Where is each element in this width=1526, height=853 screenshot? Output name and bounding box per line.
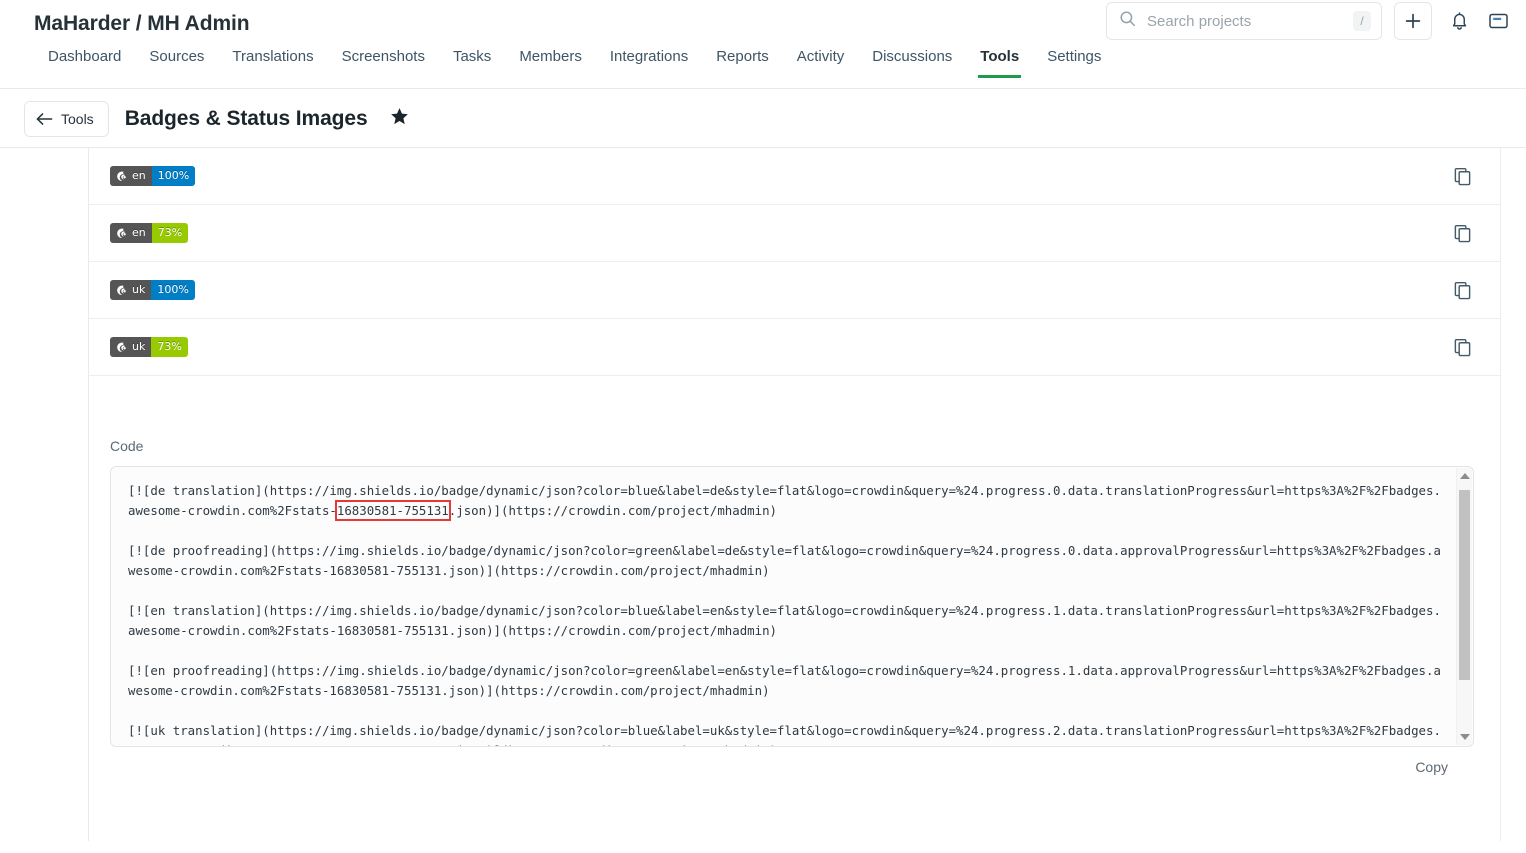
badge-preview-list: en 100% en 73% uk 100% uk 73%: [89, 148, 1500, 376]
message-icon: [1489, 13, 1508, 29]
table-row: en 73%: [89, 205, 1500, 262]
plus-icon: [1405, 13, 1421, 29]
status-badge: uk 73%: [110, 337, 188, 357]
crowdin-logo-icon: [117, 171, 126, 181]
tool-content-panel: en 100% en 73% uk 100% uk 73% Code [![de…: [89, 148, 1500, 841]
page-body: en 100% en 73% uk 100% uk 73% Code [![de…: [0, 148, 1526, 841]
copy-badge-button[interactable]: [1450, 278, 1474, 302]
project-title: MaHarder / MH Admin: [34, 12, 250, 35]
back-to-tools-button[interactable]: Tools: [24, 100, 109, 137]
scrollbar-thumb[interactable]: [1459, 490, 1470, 680]
badge-value: 73%: [151, 223, 189, 243]
status-badge: en 73%: [110, 223, 189, 243]
tab-tasks[interactable]: Tasks: [439, 48, 505, 78]
favorite-star-icon[interactable]: [390, 107, 409, 131]
badge-language-code: en: [132, 169, 146, 182]
scrollbar-up-arrow[interactable]: [1457, 468, 1472, 484]
code-section: Code [![de translation](https://img.shie…: [89, 376, 1500, 775]
copy-badge-button[interactable]: [1450, 221, 1474, 245]
tab-translations[interactable]: Translations: [218, 48, 327, 78]
code-content[interactable]: [![de translation](https://img.shields.i…: [128, 481, 1448, 746]
copy-badge-button[interactable]: [1450, 335, 1474, 359]
badge-value: 100%: [151, 166, 196, 186]
notifications-button[interactable]: [1444, 2, 1474, 40]
arrow-left-icon: [36, 112, 53, 125]
add-new-button[interactable]: [1394, 2, 1432, 40]
code-scroll-viewport[interactable]: [![de translation](https://img.shields.i…: [111, 467, 1456, 746]
top-header-bar: MaHarder / MH Admin /: [0, 0, 1526, 48]
code-line-4: [![en proofreading](https://img.shields.…: [128, 663, 1441, 698]
tab-screenshots[interactable]: Screenshots: [328, 48, 439, 78]
badge-label-section: en: [110, 166, 152, 186]
scrollbar-down-arrow[interactable]: [1457, 729, 1472, 745]
badge-label-section: uk: [110, 280, 152, 300]
tab-settings[interactable]: Settings: [1033, 48, 1115, 78]
code-line-1-pre: [![de translation](https://img.shields.i…: [128, 483, 1441, 518]
copy-icon: [1454, 167, 1470, 185]
crowdin-logo-icon: [117, 342, 126, 352]
highlighted-project-id: 16830581-755131: [334, 500, 451, 521]
copy-icon: [1454, 281, 1470, 299]
header-actions: /: [1106, 2, 1526, 40]
badge-label-section: uk: [110, 337, 152, 357]
chevron-up-icon: [1459, 473, 1470, 479]
code-scrollbar[interactable]: [1456, 468, 1472, 745]
chevron-down-icon: [1459, 734, 1470, 740]
tab-dashboard[interactable]: Dashboard: [34, 48, 135, 78]
code-line-3: [![en translation](https://img.shields.i…: [128, 603, 1441, 638]
project-nav-tabs: Dashboard Sources Translations Screensho…: [0, 48, 1526, 89]
copy-icon: [1454, 338, 1470, 356]
table-row: uk 100%: [89, 262, 1500, 319]
page-subheader: Tools Badges & Status Images: [0, 89, 1526, 148]
back-button-label: Tools: [61, 110, 94, 127]
status-badge: uk 100%: [110, 280, 195, 300]
badge-language-code: uk: [132, 283, 146, 296]
badge-value: 73%: [151, 337, 188, 357]
tab-reports[interactable]: Reports: [702, 48, 783, 78]
crowdin-logo-icon: [117, 285, 126, 295]
code-textarea-box[interactable]: [![de translation](https://img.shields.i…: [110, 466, 1474, 747]
badge-value: 100%: [151, 280, 195, 300]
bell-icon: [1452, 12, 1466, 30]
copy-code-link[interactable]: Copy: [1415, 759, 1448, 775]
badge-label-section: en: [110, 223, 152, 243]
tab-activity[interactable]: Activity: [783, 48, 859, 78]
tab-tools[interactable]: Tools: [966, 48, 1033, 78]
table-row: en 100%: [89, 148, 1500, 205]
copy-badge-button[interactable]: [1450, 164, 1474, 188]
tab-integrations[interactable]: Integrations: [596, 48, 702, 78]
badge-language-code: uk: [132, 340, 146, 353]
right-divider: [1500, 148, 1501, 841]
code-line-2: [![de proofreading](https://img.shields.…: [128, 543, 1441, 578]
messages-button[interactable]: [1486, 2, 1526, 40]
search-projects-box[interactable]: /: [1106, 2, 1382, 40]
code-copy-row: Copy: [110, 747, 1474, 775]
tab-members[interactable]: Members: [505, 48, 596, 78]
code-line-1-post: .json)](https://crowdin.com/project/mhad…: [448, 503, 778, 518]
search-shortcut-badge: /: [1353, 11, 1371, 31]
page-title: Badges & Status Images: [124, 106, 368, 130]
crowdin-logo-icon: [117, 228, 126, 238]
copy-icon: [1454, 224, 1470, 242]
badge-language-code: en: [132, 226, 146, 239]
tab-sources[interactable]: Sources: [135, 48, 218, 78]
tab-discussions[interactable]: Discussions: [858, 48, 966, 78]
search-icon: [1119, 10, 1136, 32]
status-badge: en 100%: [110, 166, 196, 186]
code-section-label: Code: [110, 438, 144, 454]
table-row: uk 73%: [89, 319, 1500, 376]
code-line-5: [![uk translation](https://img.shields.i…: [128, 723, 1441, 746]
search-input[interactable]: [1145, 11, 1353, 31]
